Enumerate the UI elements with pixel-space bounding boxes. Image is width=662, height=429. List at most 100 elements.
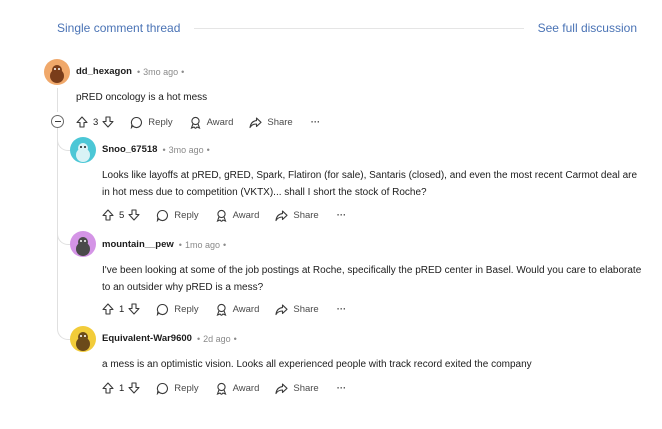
more-options-button[interactable]: ··· bbox=[337, 304, 347, 315]
timestamp[interactable]: 3mo ago bbox=[143, 67, 178, 77]
thread-header: Single comment thread See full discussio… bbox=[57, 19, 637, 37]
share-arrow-icon bbox=[249, 116, 262, 128]
award-label: Award bbox=[232, 303, 260, 315]
award-ribbon-icon bbox=[216, 382, 227, 395]
share-arrow-icon bbox=[275, 382, 288, 394]
see-full-discussion-link[interactable]: See full discussion bbox=[538, 21, 637, 35]
share-label: Share bbox=[267, 116, 293, 128]
collapse-thread-button[interactable] bbox=[51, 115, 64, 128]
comment-actions: 3 Reply Award Share ··· bbox=[76, 114, 320, 130]
downvote-button[interactable] bbox=[128, 303, 140, 315]
upvote-button[interactable] bbox=[102, 382, 114, 394]
reply-label: Reply bbox=[174, 303, 199, 315]
more-options-button[interactable]: ··· bbox=[337, 383, 347, 394]
reply-label: Reply bbox=[174, 209, 199, 221]
comment-body: pRED oncology is a hot mess bbox=[76, 92, 208, 103]
speech-bubble-icon bbox=[157, 382, 169, 395]
share-label: Share bbox=[293, 303, 319, 315]
separator-dot: • bbox=[222, 239, 227, 250]
timestamp[interactable]: 3mo ago bbox=[169, 145, 204, 155]
arrow-down-icon bbox=[128, 209, 140, 221]
award-label: Award bbox=[232, 382, 260, 394]
separator-dot: • bbox=[206, 144, 210, 155]
share-arrow-icon bbox=[275, 209, 288, 221]
thread-line bbox=[57, 88, 58, 112]
comment-body: Looks like layoffs at pRED, gRED, Spark,… bbox=[102, 170, 638, 198]
comment-meta: dd_hexagon • 3mo ago • bbox=[76, 66, 184, 77]
username[interactable]: Equivalent-War9600 bbox=[102, 333, 192, 344]
award-ribbon-icon bbox=[216, 209, 227, 222]
username[interactable]: Snoo_67518 bbox=[102, 144, 157, 155]
reply-button[interactable]: Reply bbox=[156, 209, 199, 222]
comment-meta: mountain__pew • 1mo ago • bbox=[102, 239, 226, 250]
reply-label: Reply bbox=[148, 116, 173, 128]
downvote-button[interactable] bbox=[128, 382, 140, 394]
vote-score: 1 bbox=[119, 303, 125, 315]
vote-score: 3 bbox=[93, 116, 99, 128]
award-button[interactable]: Award bbox=[189, 116, 234, 129]
arrow-down-icon bbox=[128, 303, 140, 315]
reply-button[interactable]: Reply bbox=[130, 116, 173, 129]
avatar[interactable] bbox=[70, 326, 96, 352]
comment-meta: Snoo_67518 • 3mo ago • bbox=[102, 144, 210, 155]
share-arrow-icon bbox=[275, 303, 288, 315]
reply-button[interactable]: Reply bbox=[156, 382, 199, 395]
snoo-avatar-icon bbox=[76, 237, 90, 256]
minus-circle-icon bbox=[54, 121, 61, 122]
comment-meta: Equivalent-War9600 • 2d ago • bbox=[102, 333, 237, 344]
snoo-avatar-icon bbox=[76, 332, 90, 351]
reply-label: Reply bbox=[174, 382, 199, 394]
upvote-button[interactable] bbox=[102, 209, 114, 221]
award-ribbon-icon bbox=[216, 303, 227, 316]
arrow-up-icon bbox=[76, 116, 88, 128]
separator-dot: • bbox=[178, 239, 182, 250]
arrow-up-icon bbox=[102, 209, 114, 221]
more-options-button[interactable]: ··· bbox=[311, 117, 321, 128]
avatar[interactable] bbox=[44, 59, 70, 85]
timestamp[interactable]: 1mo ago bbox=[185, 240, 220, 250]
separator-dot: • bbox=[162, 144, 166, 155]
speech-bubble-icon bbox=[157, 303, 169, 316]
snoo-avatar-icon bbox=[76, 143, 90, 162]
arrow-down-icon bbox=[102, 116, 114, 128]
award-label: Award bbox=[206, 116, 234, 128]
vote-score: 5 bbox=[119, 209, 125, 221]
downvote-button[interactable] bbox=[128, 209, 140, 221]
speech-bubble-icon bbox=[157, 209, 169, 222]
award-button[interactable]: Award bbox=[215, 382, 260, 395]
separator-dot: • bbox=[181, 66, 185, 77]
header-divider bbox=[194, 27, 524, 29]
share-button[interactable]: Share bbox=[275, 382, 319, 395]
share-button[interactable]: Share bbox=[275, 303, 319, 316]
comment-body: a mess is an optimistic vision. Looks al… bbox=[102, 359, 532, 370]
comment-body: I've been looking at some of the job pos… bbox=[102, 265, 642, 293]
thread-line bbox=[57, 128, 58, 326]
avatar[interactable] bbox=[70, 231, 96, 257]
arrow-up-icon bbox=[102, 303, 114, 315]
comment-actions: 1 Reply Award Share ··· bbox=[102, 301, 346, 317]
vote-score: 1 bbox=[119, 382, 125, 394]
share-button[interactable]: Share bbox=[275, 209, 319, 222]
snoo-avatar-icon bbox=[50, 65, 64, 83]
avatar[interactable] bbox=[70, 137, 96, 163]
more-options-button[interactable]: ··· bbox=[337, 210, 347, 221]
speech-bubble-icon bbox=[131, 116, 143, 129]
comment-actions: 1 Reply Award Share ··· bbox=[102, 380, 346, 396]
single-comment-thread-link[interactable]: Single comment thread bbox=[57, 21, 180, 35]
username[interactable]: mountain__pew bbox=[102, 239, 174, 250]
award-ribbon-icon bbox=[190, 116, 201, 129]
downvote-button[interactable] bbox=[102, 116, 114, 128]
reply-button[interactable]: Reply bbox=[156, 303, 199, 316]
separator-dot: • bbox=[233, 333, 237, 344]
upvote-button[interactable] bbox=[102, 303, 114, 315]
username[interactable]: dd_hexagon bbox=[76, 66, 132, 77]
share-label: Share bbox=[293, 209, 319, 221]
award-button[interactable]: Award bbox=[215, 303, 260, 316]
upvote-button[interactable] bbox=[76, 116, 88, 128]
share-button[interactable]: Share bbox=[249, 116, 293, 129]
timestamp[interactable]: 2d ago bbox=[203, 334, 231, 344]
separator-dot: • bbox=[196, 333, 201, 344]
award-button[interactable]: Award bbox=[215, 209, 259, 222]
arrow-down-icon bbox=[128, 382, 140, 394]
separator-dot: • bbox=[136, 66, 141, 77]
